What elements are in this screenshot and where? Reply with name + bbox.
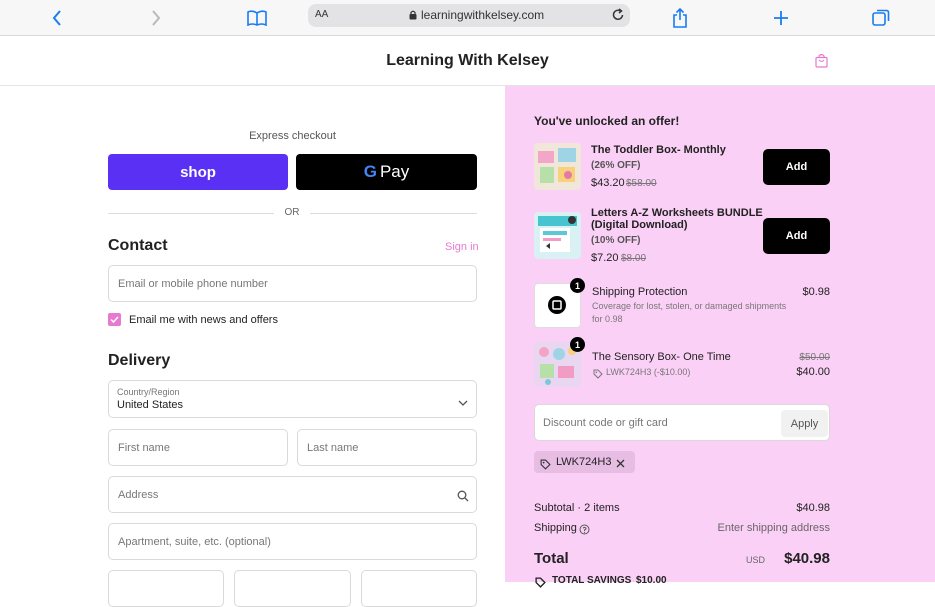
checkout-form: Express checkout shop G Pay OR Contact S… bbox=[0, 86, 505, 607]
express-checkout-label: Express checkout bbox=[249, 130, 336, 142]
offer-title-line2: (Digital Download) bbox=[591, 219, 688, 231]
subtotal-value: $40.98 bbox=[796, 502, 830, 514]
bookmarks-icon[interactable] bbox=[244, 5, 270, 31]
store-header: Learning With Kelsey bbox=[0, 36, 935, 86]
checkmark-icon bbox=[110, 316, 119, 324]
tag-icon bbox=[540, 457, 551, 475]
total-label: Total bbox=[534, 550, 569, 567]
apartment-field[interactable]: Apartment, suite, etc. (optional) bbox=[108, 523, 477, 560]
zip-field[interactable] bbox=[361, 570, 477, 607]
address-field[interactable]: Address bbox=[108, 476, 477, 513]
delivery-heading: Delivery bbox=[108, 352, 171, 369]
shopping-bag-icon[interactable] bbox=[814, 53, 829, 68]
applied-code-tag: LWK724H3 bbox=[534, 451, 635, 473]
address-placeholder: Address bbox=[118, 489, 159, 501]
line-item-price: $0.98 bbox=[802, 286, 830, 298]
browser-toolbar: AA learningwithkelsey.com bbox=[0, 0, 935, 36]
address-bar[interactable]: AA learningwithkelsey.com bbox=[308, 4, 630, 27]
first-name-placeholder: First name bbox=[118, 442, 170, 454]
tag-icon bbox=[535, 575, 546, 593]
lock-icon bbox=[409, 9, 417, 23]
google-pay-button[interactable]: G Pay bbox=[296, 154, 477, 190]
toddler-box-thumbnail bbox=[534, 143, 581, 190]
total-value: $40.98 bbox=[784, 550, 830, 567]
search-icon bbox=[457, 489, 469, 507]
email-field[interactable]: Email or mobile phone number bbox=[108, 265, 477, 302]
shipping-value: Enter shipping address bbox=[717, 522, 830, 534]
google-g-icon: G bbox=[363, 162, 377, 181]
country-value: United States bbox=[117, 399, 184, 411]
shop-pay-label: shop bbox=[180, 163, 216, 181]
newsletter-checkbox[interactable] bbox=[108, 313, 121, 326]
back-icon[interactable] bbox=[44, 5, 70, 31]
last-name-placeholder: Last name bbox=[307, 442, 359, 454]
line-item-description-2: for 0.98 bbox=[592, 314, 623, 324]
tabs-overview-icon[interactable] bbox=[868, 5, 894, 31]
line-item-description: Coverage for lost, stolen, or damaged sh… bbox=[592, 301, 787, 311]
shop-pay-button[interactable]: shop bbox=[108, 154, 288, 190]
apply-button[interactable]: Apply bbox=[781, 410, 828, 437]
discount-placeholder: Discount code or gift card bbox=[543, 417, 668, 429]
line-item-old-price: $50.00 bbox=[799, 352, 830, 363]
reload-icon[interactable] bbox=[611, 8, 625, 25]
forward-icon[interactable] bbox=[143, 5, 169, 31]
add-letters-bundle-button[interactable]: Add bbox=[763, 218, 830, 254]
offer-discount: (26% OFF) bbox=[591, 160, 641, 171]
quantity-badge: 1 bbox=[570, 337, 585, 352]
letters-worksheets-thumbnail bbox=[534, 212, 581, 259]
offer-price: $43.20 bbox=[591, 177, 625, 189]
sign-in-link[interactable]: Sign in bbox=[445, 241, 479, 253]
offer-title: The Toddler Box- Monthly bbox=[591, 144, 726, 156]
reader-text-size-button[interactable]: AA bbox=[315, 9, 328, 20]
subtotal-label: Subtotal · 2 items bbox=[534, 502, 620, 514]
shipping-label: Shipping bbox=[534, 522, 577, 534]
offer-price: $7.20 bbox=[591, 252, 619, 264]
applied-code-text: LWK724H3 bbox=[556, 456, 612, 468]
city-field[interactable] bbox=[108, 570, 224, 607]
quantity-badge: 1 bbox=[570, 278, 585, 293]
offer-old-price: $58.00 bbox=[626, 178, 657, 189]
apartment-placeholder: Apartment, suite, etc. (optional) bbox=[118, 536, 271, 548]
offer-title-line1: Letters A-Z Worksheets BUNDLE bbox=[591, 207, 763, 219]
offer-discount: (10% OFF) bbox=[591, 235, 641, 246]
url-text: learningwithkelsey.com bbox=[421, 8, 545, 22]
contact-heading: Contact bbox=[108, 237, 168, 254]
close-icon[interactable] bbox=[615, 456, 626, 474]
add-toddler-box-button[interactable]: Add bbox=[763, 149, 830, 185]
country-select[interactable]: Country/Region United States bbox=[108, 380, 477, 418]
last-name-field[interactable]: Last name bbox=[297, 429, 477, 466]
discount-field[interactable]: Discount code or gift card Apply bbox=[534, 404, 830, 441]
share-icon[interactable] bbox=[667, 5, 693, 31]
total-savings-label: TOTAL SAVINGS bbox=[552, 575, 632, 586]
newsletter-label: Email me with news and offers bbox=[129, 314, 278, 326]
new-tab-icon[interactable] bbox=[768, 5, 794, 31]
order-summary: You've unlocked an offer! The Toddler Bo… bbox=[505, 86, 935, 588]
total-savings-value: $10.00 bbox=[636, 575, 667, 586]
offer-heading: You've unlocked an offer! bbox=[534, 114, 680, 128]
help-icon[interactable] bbox=[579, 522, 590, 540]
first-name-field[interactable]: First name bbox=[108, 429, 288, 466]
google-pay-label: Pay bbox=[379, 162, 410, 181]
line-item-price: $40.00 bbox=[796, 366, 830, 378]
chevron-down-icon bbox=[458, 394, 468, 412]
line-item-name: Shipping Protection bbox=[592, 286, 688, 298]
divider bbox=[108, 213, 274, 214]
or-divider-label: OR bbox=[284, 207, 300, 218]
applied-code-line: LWK724H3 (-$10.00) bbox=[606, 367, 691, 377]
email-placeholder: Email or mobile phone number bbox=[118, 278, 268, 290]
state-field[interactable] bbox=[234, 570, 351, 607]
divider bbox=[310, 213, 477, 214]
country-label: Country/Region bbox=[117, 387, 180, 397]
store-title[interactable]: Learning With Kelsey bbox=[0, 52, 935, 70]
line-item-name: The Sensory Box- One Time bbox=[592, 351, 731, 363]
tag-icon bbox=[593, 366, 603, 384]
offer-old-price: $8.00 bbox=[621, 253, 647, 264]
